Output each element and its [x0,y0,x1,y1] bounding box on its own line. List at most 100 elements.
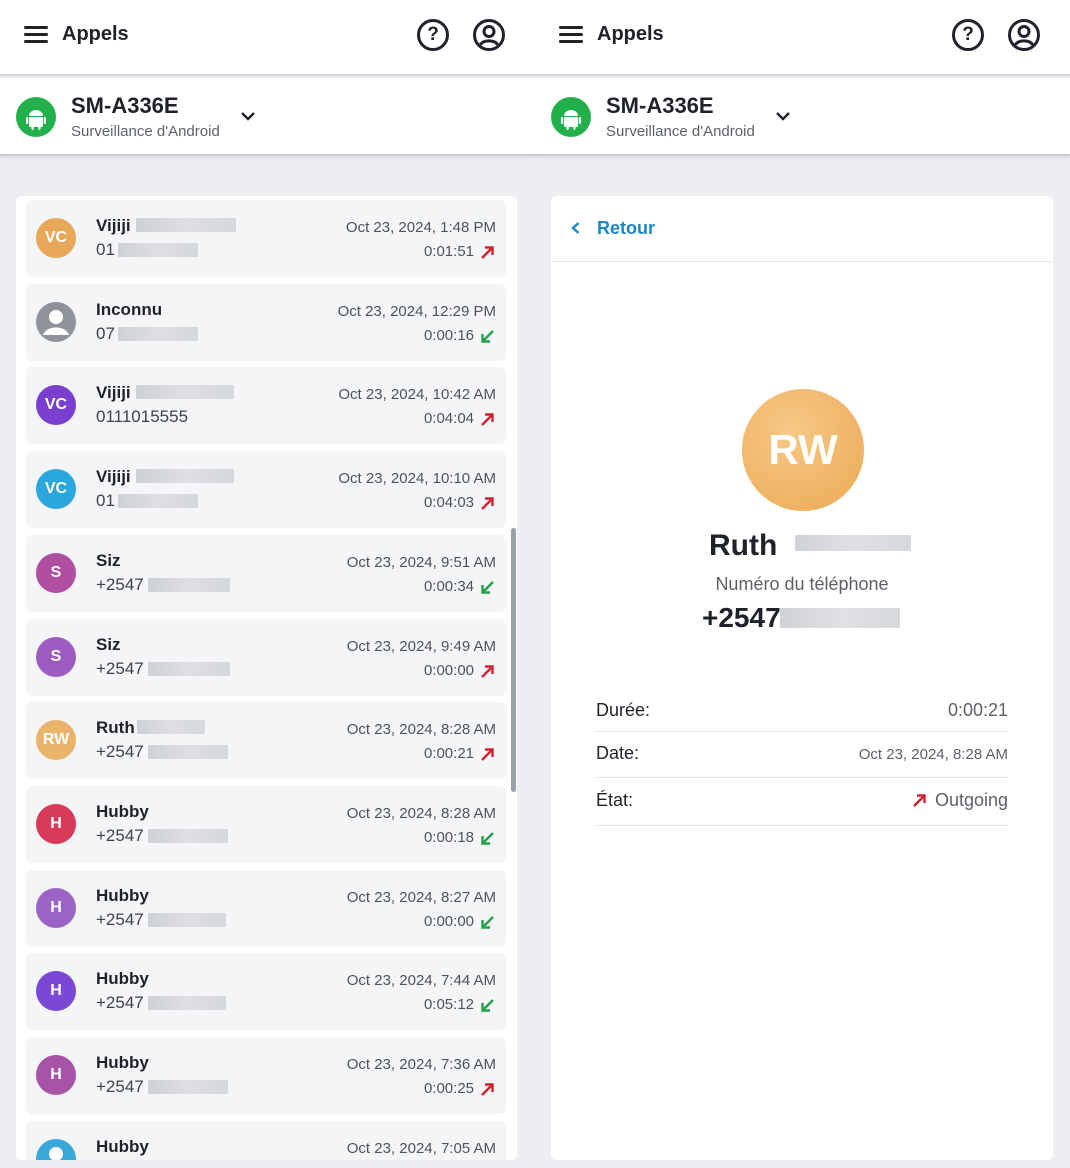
arrow-up-right-icon [481,664,494,678]
list-scrollbar[interactable] [511,528,516,792]
hamburger-menu-icon[interactable] [24,26,48,44]
call-duration: 0:00:00 [423,661,474,679]
call-date: Oct 23, 2024, 8:28 AM [346,804,496,822]
device-selector[interactable]: SM-A336E Surveillance d'Android [0,78,535,156]
redacted-number [118,326,198,341]
contact-number: +2547 [96,909,144,929]
arrow-up-right-icon [913,794,926,807]
status-text: Outgoing [934,790,1008,810]
contact-name: Hubby [96,885,149,905]
status-value: Outgoing [911,790,1008,811]
call-row[interactable]: Inconnu 07 Oct 23, 2024, 12:29 PM 0:00:16 [26,283,506,360]
duration-row: Durée: 0:00:21 [596,696,1008,732]
chevron-left-icon [571,222,580,234]
user-circle-icon[interactable] [473,19,505,51]
redacted-name [136,469,234,484]
redacted-number [148,577,230,592]
call-date: Oct 23, 2024, 8:28 AM [346,721,496,739]
redacted-number [148,828,228,843]
arrow-down-left-icon [481,832,494,845]
call-duration: 0:00:34 [423,577,474,595]
question-mark-icon[interactable]: ? [417,19,449,51]
call-duration: 0:00:16 [423,326,474,344]
redacted-number [118,494,198,509]
call-date: Oct 23, 2024, 8:27 AM [346,888,496,906]
contact-number: 01 [96,240,115,259]
call-date: Oct 23, 2024, 7:36 AM [346,1056,496,1073]
contact-number: +2547 [96,658,144,678]
redacted-name [137,720,205,735]
contact-avatar: H [36,803,76,844]
date-label: Date: [596,743,640,763]
contact-avatar: H [36,887,76,928]
contact-avatar: H [36,971,76,1012]
contact-name: Siz [96,634,121,654]
date-row: Date: Oct 23, 2024, 8:28 AM [596,732,1008,778]
arrow-up-right-icon [481,748,494,762]
contact-name: Vijiji [96,467,131,487]
contact-name: Hubby [96,801,149,821]
call-list-pane: Appels ? SM-A336E Surveillance d'Android… [0,0,535,1168]
page-title: Appels [597,23,664,45]
call-duration: 0:00:00 [423,912,474,930]
call-date: Oct 23, 2024, 12:29 PM [337,302,496,320]
contact-avatar: S [36,636,76,677]
call-row[interactable]: S Siz +2547 Oct 23, 2024, 9:49 AM 0:00:00 [26,618,506,695]
call-date: Oct 23, 2024, 7:05 AM [346,1139,496,1157]
contact-number: 07 [96,323,115,343]
call-row[interactable]: VC Vijiji 0111015555 Oct 23, 2024, 10:42 AM… [26,367,506,444]
call-row[interactable]: H Hubby +2547 Oct 23, 2024, 8:28 AM 0:00:18 [26,785,506,862]
page-title: Appels [62,23,129,45]
date-value: Oct 23, 2024, 8:28 AM [858,746,1008,763]
contact-avatar: RW [742,389,864,511]
redacted-number [148,745,228,760]
call-row[interactable]: VC Vijiji 01 Oct 23, 2024, 1:48 PM 0:01:51 [26,200,506,276]
redacted-name [136,385,234,400]
call-row[interactable]: H Hubby +2547 Oct 23, 2024, 7:44 AM 0:05:12 [26,953,506,1030]
call-duration: 0:00:21 [423,745,474,763]
call-row[interactable]: H Hubby +2547 Oct 23, 2024, 7:36 AM 0:00:25 [26,1037,506,1113]
call-row[interactable]: S Siz +2547 Oct 23, 2024, 9:51 AM 0:00:34 [26,534,506,611]
question-mark-icon[interactable]: ? [952,19,984,51]
call-row[interactable]: VC Vijiji 01 Oct 23, 2024, 10:10 AM 0:04:03 [26,451,506,528]
call-row[interactable]: Hubby Oct 23, 2024, 7:05 AM [26,1120,506,1160]
call-date: Oct 23, 2024, 10:10 AM [338,470,496,488]
device-subtitle: Surveillance d'Android [71,123,220,140]
arrow-up-right-icon [481,246,494,259]
arrow-down-left-icon [481,329,494,343]
top-app-bar: Appels ? [535,0,1070,76]
call-row[interactable]: H Hubby +2547 Oct 23, 2024, 8:27 AM 0:00:00 [26,869,506,946]
call-duration: 0:00:18 [423,828,474,846]
contact-name: Inconnu [96,299,163,319]
call-duration: 0:05:12 [423,996,474,1014]
redacted-number [118,243,198,257]
contact-avatar: VC [36,385,76,426]
contact-name: Ruth [96,718,135,738]
device-subtitle: Surveillance d'Android [606,123,755,140]
call-detail-card: Retour RW Ruth Numéro du téléphone +2547… [551,196,1053,1160]
call-list: VC Vijiji 01 Oct 23, 2024, 1:48 PM 0:01:51 In… [16,196,517,1160]
call-date: Oct 23, 2024, 9:49 AM [346,637,496,655]
redacted-name [795,535,911,551]
contact-number: +2547 [96,574,144,594]
device-selector[interactable]: SM-A336E Surveillance d'Android [535,78,1070,156]
call-duration: 0:04:04 [423,410,474,428]
arrow-up-right-icon [481,1083,494,1096]
redacted-name [136,218,236,232]
call-duration: 0:04:03 [423,494,474,512]
contact-avatar: H [36,1055,76,1095]
call-date: Oct 23, 2024, 7:44 AM [346,972,496,990]
contact-number: 01 [96,491,115,511]
user-circle-icon[interactable] [1008,19,1040,51]
android-icon [551,97,591,137]
chevron-down-icon[interactable] [239,107,257,125]
divider [551,261,1053,262]
chevron-down-icon[interactable] [774,107,792,125]
call-date: Oct 23, 2024, 9:51 AM [346,553,496,571]
arrow-down-left-icon [481,999,494,1012]
redacted-number [780,608,900,628]
top-app-bar: Appels ? [0,0,535,76]
android-icon [16,97,56,137]
hamburger-menu-icon[interactable] [559,26,583,44]
call-row[interactable]: RW Ruth +2547 Oct 23, 2024, 8:28 AM 0:00:21 [26,702,506,779]
